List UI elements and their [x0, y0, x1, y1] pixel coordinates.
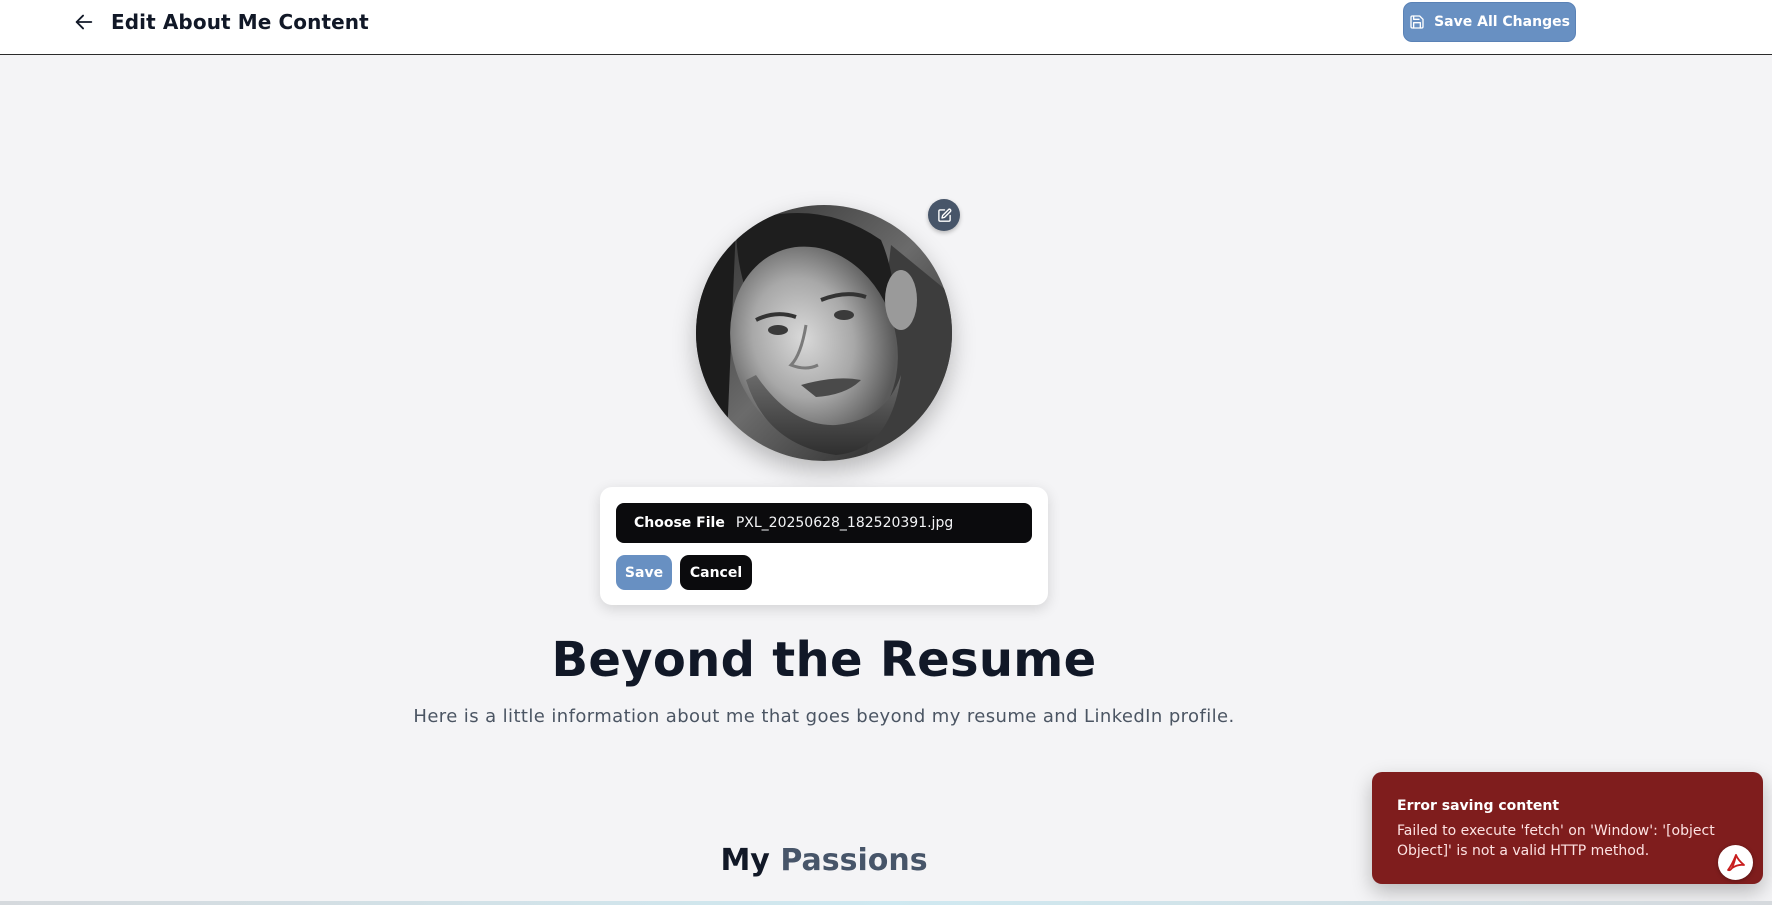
photo-save-button[interactable]: Save — [616, 555, 672, 590]
pdf-icon-glyph — [1726, 853, 1745, 871]
profile-photo-image — [696, 205, 952, 461]
profile-photo-container — [696, 205, 952, 461]
hero-title: Beyond the Resume — [551, 632, 1097, 688]
edit-photo-button[interactable] — [928, 199, 960, 231]
toast-title: Error saving content — [1397, 798, 1560, 814]
arrow-left-icon — [75, 14, 93, 30]
back-button[interactable] — [70, 10, 98, 34]
pdf-icon[interactable] — [1718, 845, 1753, 880]
top-bar: Edit About Me Content Save All Changes — [0, 0, 1772, 55]
save-all-changes-button[interactable]: Save All Changes — [1403, 2, 1576, 42]
save-all-changes-label: Save All Changes — [1434, 14, 1570, 30]
floppy-disk-icon — [1410, 15, 1424, 29]
section-heading-accent: Passions — [780, 843, 928, 878]
profile-photo — [696, 205, 952, 461]
file-input[interactable]: Choose File PXL_20250628_182520391.jpg — [616, 503, 1032, 543]
error-toast[interactable]: Error saving content Failed to execute '… — [1372, 772, 1763, 884]
toast-message: Failed to execute 'fetch' on 'Window': '… — [1397, 823, 1715, 859]
photo-cancel-button[interactable]: Cancel — [680, 555, 752, 590]
photo-upload-card: Choose File PXL_20250628_182520391.jpg S… — [600, 487, 1048, 605]
choose-file-button[interactable]: Choose File — [634, 515, 725, 531]
pencil-square-icon — [937, 208, 951, 222]
section-heading-prefix: My — [720, 843, 770, 878]
hero-subtitle: Here is a little information about me th… — [413, 706, 1235, 727]
bottom-divider — [0, 901, 1772, 905]
page-title: Edit About Me Content — [111, 10, 369, 34]
selected-file-name: PXL_20250628_182520391.jpg — [735, 515, 954, 531]
